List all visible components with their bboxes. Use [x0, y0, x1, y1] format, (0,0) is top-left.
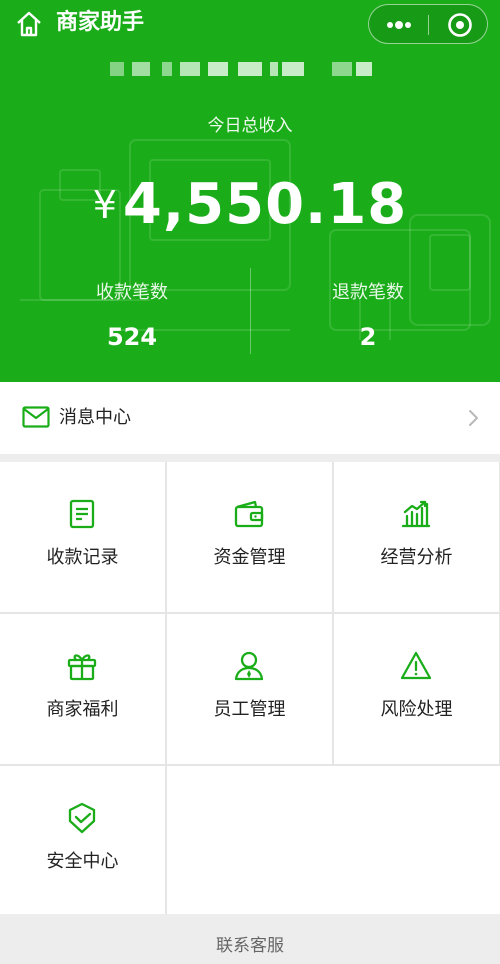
payments-stat[interactable]: 收款笔数 524 [14, 282, 250, 352]
menu-item-label: 收款记录 [46, 547, 119, 568]
staff-icon [234, 651, 264, 681]
today-income-label: 今日总收入 [207, 116, 293, 136]
gift-icon [67, 654, 97, 681]
refunds-stat[interactable]: 退款笔数 2 [250, 282, 486, 352]
message-center-label: 消息中心 [59, 407, 131, 428]
mail-icon [22, 406, 50, 428]
bar-chart-icon [401, 500, 431, 528]
miniprogram-capsule [368, 4, 488, 44]
income-summary-panel: 商家助手 今日总收入 ¥4,550.18 收款笔数 524 退款笔数 2 [0, 0, 500, 382]
capsule-divider [428, 15, 429, 35]
shield-icon [68, 802, 96, 834]
refunds-count-value: 2 [359, 323, 377, 351]
income-amount-value: 4,550.18 [122, 172, 408, 237]
payments-count-label: 收款笔数 [96, 282, 168, 303]
menu-item-label: 商家福利 [46, 699, 119, 720]
home-icon[interactable] [14, 9, 44, 39]
miniprogram-close-icon[interactable] [447, 12, 473, 38]
menu-item-payment-records[interactable]: 收款记录 [0, 462, 165, 612]
menu-item-label: 经营分析 [380, 547, 453, 568]
menu-item-label: 安全中心 [46, 851, 119, 872]
wallet-icon [234, 500, 264, 528]
warning-icon [400, 651, 432, 680]
menu-item-risk-handling[interactable]: 风险处理 [334, 614, 499, 764]
function-grid: 收款记录 资金管理 经营分析 商家福利 员工管理 风险处理 安全中心 [0, 462, 500, 916]
page-title: 商家助手 [56, 10, 145, 35]
receipt-icon [69, 499, 95, 529]
merchant-id-redacted [110, 62, 372, 76]
refunds-count-label: 退款笔数 [332, 282, 404, 303]
menu-item-label: 员工管理 [213, 699, 286, 720]
menu-item-merchant-benefits[interactable]: 商家福利 [0, 614, 165, 764]
more-dots-icon[interactable] [383, 13, 415, 37]
today-income-amount: ¥4,550.18 [0, 170, 500, 253]
menu-item-security-center[interactable]: 安全中心 [0, 766, 165, 916]
footer: 联系客服 [0, 914, 500, 964]
chevron-right-icon [469, 410, 478, 426]
empty-grid-cell [167, 766, 500, 916]
menu-item-label: 风险处理 [380, 699, 453, 720]
message-center-row[interactable]: 消息中心 [0, 382, 500, 454]
contact-support-link[interactable]: 联系客服 [0, 935, 500, 957]
menu-item-label: 资金管理 [213, 547, 286, 568]
currency-symbol: ¥ [92, 183, 117, 227]
menu-item-staff-management[interactable]: 员工管理 [167, 614, 332, 764]
menu-item-business-analysis[interactable]: 经营分析 [334, 462, 499, 612]
menu-item-fund-management[interactable]: 资金管理 [167, 462, 332, 612]
payments-count-value: 524 [106, 323, 158, 351]
navigation-bar: 商家助手 [0, 0, 500, 48]
